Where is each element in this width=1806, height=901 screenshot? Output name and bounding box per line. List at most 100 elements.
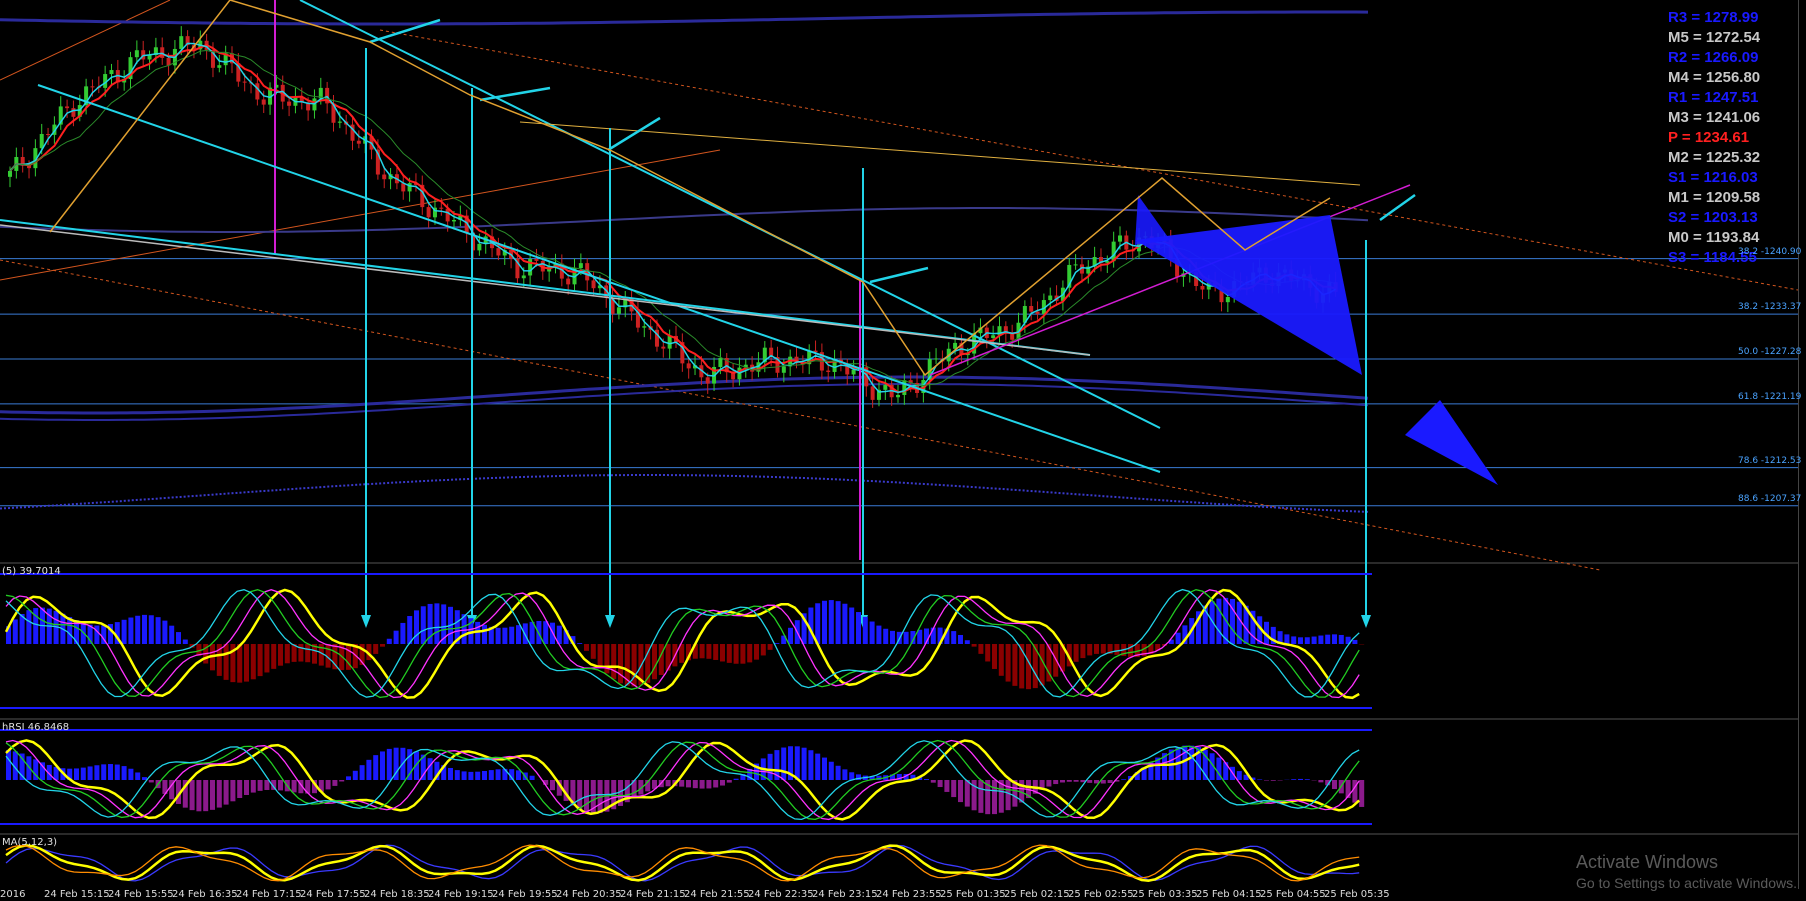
time-tick-10: 24 Feb 21:15 [620,889,686,900]
osc2-hist-bar [142,777,147,780]
pivot-level-0: R3 = 1278.99 [1668,9,1759,26]
osc2-hist-bar [108,764,113,780]
candle-body [179,36,184,49]
candle-body [896,394,900,398]
candle-body [883,384,888,390]
pivot-level-10: S2 = 1203.13 [1668,209,1758,226]
candle-body [217,65,222,68]
osc2-hist-bar [1107,780,1113,784]
osc1-hist-bar [958,634,963,644]
panel-3-indicator-label: MA(5,12,3) [2,837,58,848]
candle-body [337,121,342,123]
osc2-hist-bar [250,780,256,793]
osc2-hist-bar [1298,778,1303,780]
osc1-hist-bar [754,644,759,660]
osc1-hist-bar [148,615,154,644]
osc1-hist-bar [971,644,977,647]
candle-body [1118,235,1122,242]
osc1-hist-bar [658,644,664,675]
osc1-hist-bar [998,644,1004,676]
osc2-hist-bar [726,780,732,783]
osc2-hist-bar [121,766,127,780]
osc2-hist-bar [475,771,481,780]
osc1-hist-bar [1080,644,1086,659]
osc1-hist-bar [1332,634,1337,644]
candle-body [1010,333,1015,340]
candle-body [661,346,666,349]
osc2-hist-bar [529,775,535,780]
candle-body [90,86,95,88]
osc1-hist-bar [849,607,855,644]
osc1-hist-bar [951,631,957,644]
candle-body [134,50,139,58]
osc2-hist-bar [1257,779,1263,780]
osc1-hist-bar [434,603,440,644]
watermark-subtitle: Go to Settings to activate Windows. [1576,875,1797,891]
osc2-hist-bar [815,753,821,780]
pivot-level-2: R2 = 1266.09 [1668,49,1759,66]
candle-body [65,106,70,109]
osc1-hist-bar [271,644,277,669]
time-tick-9: 24 Feb 20:35 [556,889,622,900]
osc1-hist-bar [862,616,868,644]
osc1-hist-bar [1100,644,1106,654]
osc1-hist-bar [257,644,263,677]
gray-trendline [0,224,1091,356]
osc1-hist-bar [1114,644,1120,655]
osc2-hist-bar [128,768,134,780]
osc2-hist-bar [203,780,209,812]
osc1-hist-bar [543,621,549,644]
time-tick-0: 2016 [0,889,26,900]
osc2-hist-bar [665,780,671,787]
osc1-hist-bar [516,625,521,644]
osc1-hist-bar [26,610,32,644]
time-tick-18: 25 Feb 03:35 [1132,889,1198,900]
candle-body [71,108,76,117]
osc2-hist-bar [842,769,848,780]
candle-body [705,377,710,384]
osc2-hist-bar [346,776,351,780]
osc2-hist-bar [257,780,263,791]
osc1-hist-bar [720,644,725,662]
osc1-hist-bar [584,644,589,651]
osc1-hist-bar [237,644,243,683]
osc2-hist-bar [706,780,712,789]
cyan-pointer-3 [869,266,929,284]
osc1-hist-bar [502,627,508,644]
osc2-hist-bar [74,768,79,780]
osc1-hist-bar [760,644,766,656]
candle-body [452,220,456,222]
osc2-hist-bar [822,757,827,780]
osc2-hist-bar [1005,780,1011,811]
osc1-hist-bar [495,627,501,644]
osc2-hist-bar [87,766,93,780]
osc1-hist-bar [1087,644,1093,656]
candle-body [521,275,526,279]
candle-body [242,81,247,83]
panel-1-indicator-label: (5) 39.7014 [2,566,61,577]
osc2-hist-bar [577,780,583,810]
osc2-hist-bar [992,780,997,815]
time-tick-3: 24 Feb 16:35 [172,889,238,900]
candle-body [1200,285,1205,290]
fib-label-5: 88.6 -1207.37 [1738,493,1802,504]
blue-triangle-small [1135,195,1170,245]
time-tick-8: 24 Feb 19:55 [492,889,558,900]
pivot-level-3: M4 = 1256.80 [1668,69,1761,86]
time-tick-12: 24 Feb 22:35 [748,889,814,900]
osc2-hist-bar [495,769,501,780]
candle-body [39,134,44,149]
candle-body [781,366,786,373]
time-axis: 2016 24 Feb 15:15 24 Feb 15:55 24 Feb 16:35… [0,889,1806,901]
pivot-levels-panel: R3 = 1278.99 M5 = 1272.54 R2 = 1266.09 M4 =… [1668,8,1806,268]
osc1-hist-bar [155,617,161,644]
osc1-signal-3 [5,588,1360,698]
osc1-hist-bar [978,644,984,654]
osc2-hist-bar [1332,780,1337,790]
osc1-hist-bar [822,600,827,644]
pivot-level-6: P = 1234.61 [1668,129,1750,146]
candle-body [255,83,260,100]
osc2-hist-bar [930,780,936,783]
osc2-hist-bar [244,780,249,795]
osc2-hist-bar [454,770,460,780]
